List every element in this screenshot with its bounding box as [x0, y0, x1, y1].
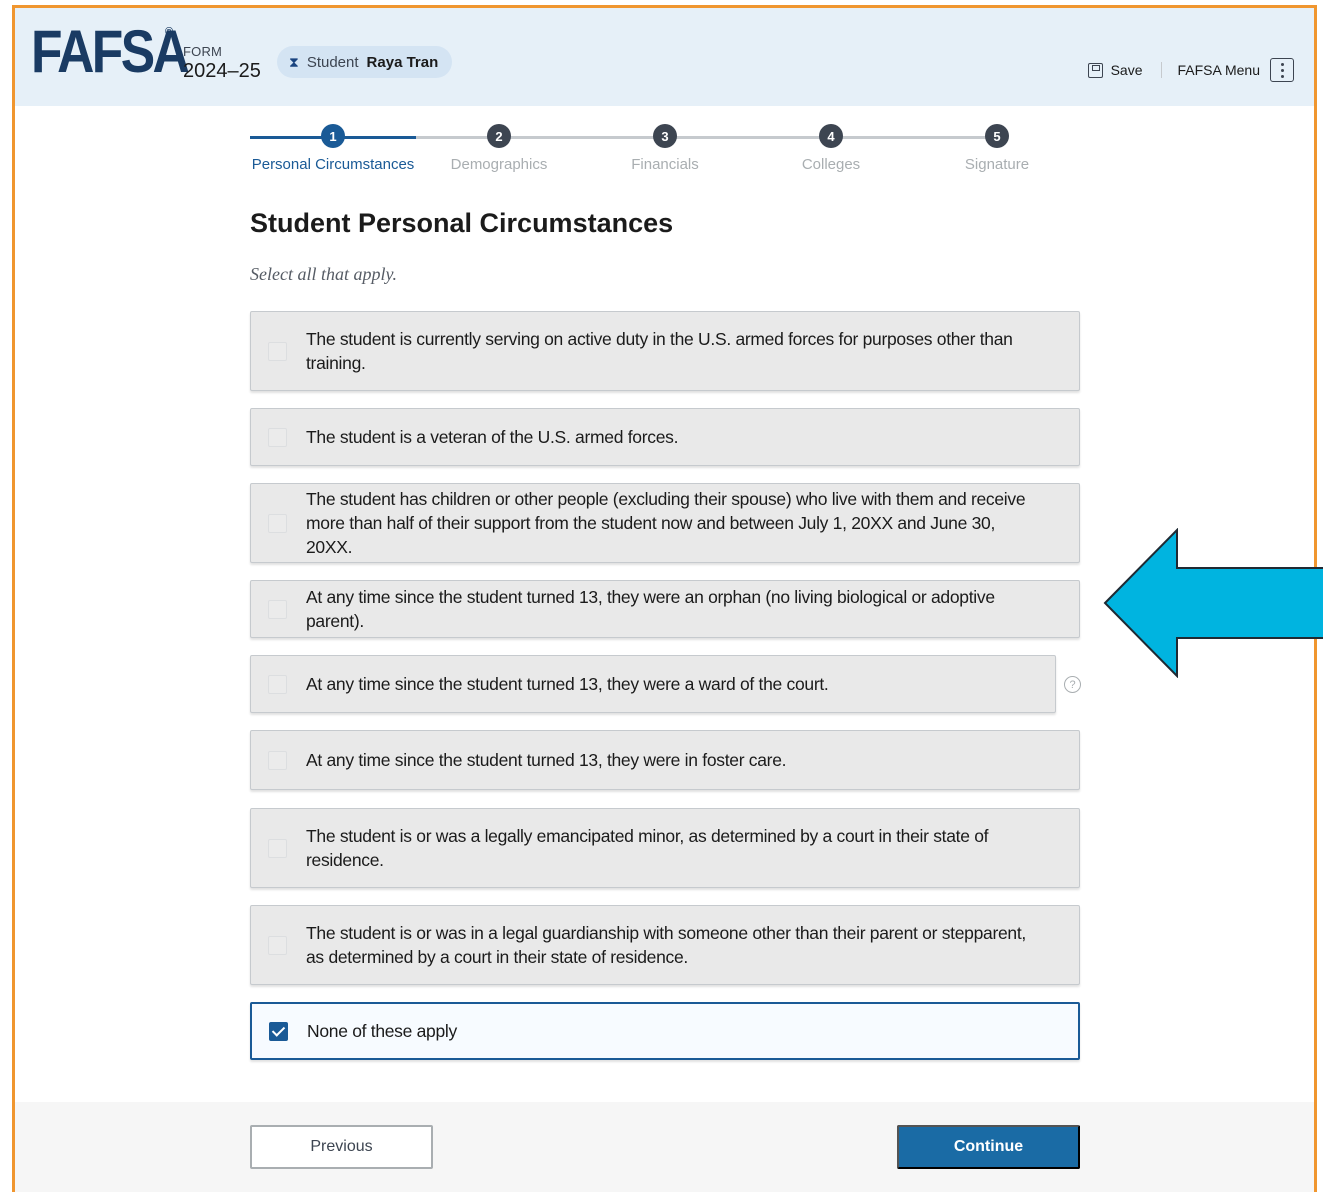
save-label: Save	[1110, 62, 1143, 78]
fafsa-logo[interactable]: FAFSA	[31, 22, 190, 82]
checkbox[interactable]	[268, 674, 287, 694]
fafsa-menu-button[interactable]: FAFSA Menu	[1178, 58, 1294, 82]
form-label: FORM	[183, 44, 223, 59]
page-title: Student Personal Circumstances	[250, 208, 674, 238]
progress-stepper: 1 Personal Circumstances 2 Demographics …	[250, 124, 1080, 180]
student-label: Student	[306, 53, 359, 71]
previous-button[interactable]: Previous	[250, 1125, 433, 1169]
annotation-arrow-left-icon	[1103, 528, 1323, 678]
student-name: Raya Tran	[366, 53, 439, 71]
step-number: 3	[653, 124, 677, 148]
checkbox[interactable]	[268, 838, 287, 858]
checkbox[interactable]	[268, 341, 287, 361]
hourglass-icon: ⧗	[289, 53, 299, 70]
step-number: 2	[487, 124, 511, 148]
save-button[interactable]: Save	[1087, 62, 1162, 78]
step-label: Colleges	[801, 156, 861, 173]
help-icon[interactable]: ?	[1064, 676, 1081, 693]
header-actions: Save FAFSA Menu	[1087, 58, 1294, 82]
option-text: The student has children or other people…	[306, 489, 1026, 557]
kebab-menu-icon	[1270, 58, 1294, 82]
step-financials: 3 Financials	[582, 124, 748, 173]
step-number: 1	[321, 124, 345, 148]
option-text: The student is a veteran of the U.S. arm…	[306, 427, 679, 447]
option-none-apply[interactable]: None of these apply	[250, 1002, 1080, 1060]
checkbox[interactable]	[268, 427, 287, 447]
checkbox-checked[interactable]	[269, 1021, 288, 1041]
option-orphan[interactable]: At any time since the student turned 13,…	[250, 580, 1080, 638]
checkbox[interactable]	[268, 513, 287, 533]
option-legal-guardianship[interactable]: The student is or was in a legal guardia…	[250, 905, 1080, 985]
step-label: Financials	[631, 156, 699, 173]
form-year: 2024–25	[183, 60, 261, 82]
option-foster-care[interactable]: At any time since the student turned 13,…	[250, 730, 1080, 790]
option-text: The student is or was in a legal guardia…	[306, 923, 1026, 967]
step-label: Demographics	[450, 156, 548, 173]
option-text: The student is currently serving on acti…	[306, 329, 1013, 373]
option-ward-of-court[interactable]: At any time since the student turned 13,…	[250, 655, 1056, 713]
option-text: None of these apply	[307, 1021, 457, 1041]
footer-bar	[15, 1102, 1314, 1192]
option-text: At any time since the student turned 13,…	[306, 587, 995, 631]
option-dependents[interactable]: The student has children or other people…	[250, 483, 1080, 563]
menu-label: FAFSA Menu	[1177, 62, 1260, 78]
option-text: At any time since the student turned 13,…	[306, 750, 787, 770]
step-personal-circumstances: 1 Personal Circumstances	[250, 124, 416, 173]
step-number: 5	[985, 124, 1009, 148]
option-text: At any time since the student turned 13,…	[306, 674, 829, 694]
checkbox[interactable]	[268, 750, 287, 770]
continue-button[interactable]: Continue	[897, 1125, 1080, 1169]
registered-mark: ®	[165, 26, 174, 38]
step-label: Personal Circumstances	[251, 156, 415, 173]
student-badge: ⧗ Student Raya Tran	[277, 46, 453, 78]
page-instructions: Select all that apply.	[250, 264, 397, 284]
option-text: The student is or was a legally emancipa…	[306, 826, 989, 870]
step-signature: 5 Signature	[914, 124, 1080, 173]
annotation-arrow-shape	[1103, 528, 1323, 678]
site-header: FAFSA ® FORM 2024–25 ⧗ Student Raya Tran…	[15, 8, 1314, 106]
step-demographics: 2 Demographics	[416, 124, 582, 173]
step-number: 4	[819, 124, 843, 148]
option-active-duty[interactable]: The student is currently serving on acti…	[250, 311, 1080, 391]
option-emancipated-minor[interactable]: The student is or was a legally emancipa…	[250, 808, 1080, 888]
checkbox[interactable]	[268, 599, 287, 619]
step-label: Signature	[964, 156, 1030, 173]
save-icon	[1087, 62, 1103, 78]
checkbox[interactable]	[268, 935, 287, 955]
option-veteran[interactable]: The student is a veteran of the U.S. arm…	[250, 408, 1080, 466]
step-colleges: 4 Colleges	[748, 124, 914, 173]
